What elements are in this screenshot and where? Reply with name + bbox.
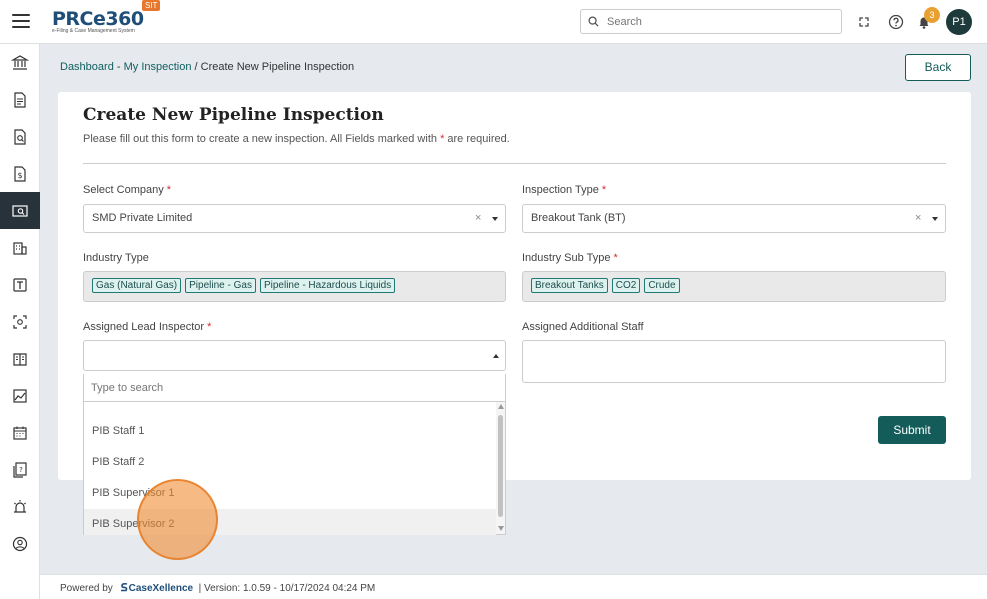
alarm-icon: [14, 499, 26, 513]
powered-by-text: Powered by: [60, 583, 113, 594]
search-icon: [588, 16, 599, 27]
dropdown-option[interactable]: PIB Supervisor 2: [84, 509, 496, 535]
industry-type-chip: Pipeline - Hazardous Liquids: [259, 278, 396, 293]
dropdown-option[interactable]: PIB Supervisor 1: [84, 478, 496, 509]
text-box-icon: [13, 277, 27, 292]
chevron-down-icon[interactable]: [932, 217, 938, 221]
breadcrumb-my-inspection[interactable]: My Inspection: [124, 61, 192, 73]
divider: [83, 163, 946, 164]
form-instructions: Please fill out this form to create a ne…: [83, 133, 510, 145]
industry-sub-type-label: Industry Sub Type *: [522, 252, 618, 264]
scrollbar-thumb[interactable]: [498, 415, 503, 517]
casexellence-logo-icon: [120, 582, 127, 592]
book-icon: [13, 352, 27, 366]
sidebar-item-scan[interactable]: [0, 303, 40, 340]
sidebar: $ ?: [0, 44, 40, 599]
breadcrumb-separator: -: [113, 61, 124, 73]
global-search[interactable]: [580, 9, 842, 34]
breadcrumb-current: Create New Pipeline Inspection: [200, 61, 355, 73]
dropdown-option[interactable]: PIB Staff 2: [84, 447, 496, 478]
industry-type-label: Industry Type: [83, 252, 149, 264]
sidebar-item-bank[interactable]: [0, 44, 40, 81]
document-icon: [14, 91, 26, 108]
dropdown-search[interactable]: [84, 374, 505, 402]
breadcrumb-separator: /: [191, 61, 201, 73]
env-badge: SIT: [142, 0, 161, 11]
breadcrumb: Dashboard - My Inspection / Create New P…: [60, 61, 354, 73]
chart-icon: [13, 388, 27, 403]
industry-sub-type-chip: Crude: [644, 278, 680, 293]
dropdown-scrollbar[interactable]: [496, 402, 505, 534]
company-select[interactable]: SMD Private Limited ×: [83, 204, 506, 233]
sidebar-item-faq[interactable]: ?: [0, 451, 40, 488]
sidebar-item-documents[interactable]: [0, 81, 40, 118]
monitor-search-icon: [12, 204, 28, 217]
avatar[interactable]: P1: [946, 9, 972, 35]
page-title: Create New Pipeline Inspection: [83, 105, 384, 125]
scroll-down-icon[interactable]: [498, 526, 504, 531]
help-icon[interactable]: [887, 13, 905, 31]
additional-staff-label: Assigned Additional Staff: [522, 321, 644, 333]
inspection-type-label: Inspection Type *: [522, 184, 607, 196]
company-label: Select Company *: [83, 184, 172, 196]
user-circle-icon: [12, 536, 28, 551]
industry-type-field: Gas (Natural Gas) Pipeline - Gas Pipelin…: [83, 271, 506, 302]
clear-icon[interactable]: ×: [915, 212, 921, 224]
notification-badge: 3: [924, 7, 940, 23]
lead-inspector-dropdown: PIB Staff 1 PIB Staff 2 PIB Supervisor 1…: [83, 374, 506, 535]
sidebar-item-billing[interactable]: $: [0, 155, 40, 192]
sidebar-item-reports[interactable]: [0, 377, 40, 414]
document-search-icon: [14, 128, 26, 145]
building-icon: [13, 241, 27, 255]
svg-text:$: $: [17, 171, 22, 180]
dropdown-search-input[interactable]: [91, 380, 491, 396]
search-input[interactable]: [607, 13, 835, 30]
breadcrumb-dashboard[interactable]: Dashboard: [60, 61, 114, 73]
sidebar-item-alerts[interactable]: [0, 488, 40, 525]
instructions-text: are required.: [444, 133, 510, 145]
lead-inspector-select[interactable]: [83, 340, 506, 371]
scroll-up-icon[interactable]: [498, 404, 504, 409]
lead-inspector-label: Assigned Lead Inspector *: [83, 321, 212, 333]
sidebar-item-calendar[interactable]: [0, 414, 40, 451]
app-logo[interactable]: PRCe360 e-Filing & Case Management Syste…: [52, 8, 144, 34]
industry-sub-type-chip: Breakout Tanks: [531, 278, 608, 293]
chevron-up-icon[interactable]: [493, 354, 499, 358]
top-bar: PRCe360 e-Filing & Case Management Syste…: [0, 0, 987, 44]
inspection-type-value: Breakout Tank (BT): [531, 212, 626, 224]
footer: Powered by CaseXellence | Version: 1.0.5…: [40, 574, 987, 599]
sidebar-item-inspection[interactable]: [0, 192, 40, 229]
inspection-type-select[interactable]: Breakout Tank (BT) ×: [522, 204, 946, 233]
sidebar-item-profile[interactable]: [0, 525, 40, 562]
logo-subtitle: e-Filing & Case Management System: [52, 28, 135, 34]
sidebar-item-document-search[interactable]: [0, 118, 40, 155]
chevron-down-icon[interactable]: [492, 217, 498, 221]
dropdown-option[interactable]: PIB Staff 1: [84, 416, 496, 447]
back-button[interactable]: Back: [905, 54, 971, 81]
sidebar-item-facilities[interactable]: [0, 229, 40, 266]
industry-type-chip: Gas (Natural Gas): [92, 278, 182, 293]
company-value: SMD Private Limited: [92, 212, 193, 224]
bank-icon: [11, 54, 29, 70]
instructions-text: Please fill out this form to create a ne…: [83, 133, 441, 145]
sidebar-item-library[interactable]: [0, 340, 40, 377]
industry-sub-type-chip: CO2: [611, 278, 641, 293]
additional-staff-select[interactable]: [522, 340, 946, 383]
svg-text:?: ?: [19, 466, 23, 474]
calendar-icon: [13, 426, 27, 440]
sidebar-item-templates[interactable]: [0, 266, 40, 303]
clear-icon[interactable]: ×: [475, 212, 481, 224]
menu-icon[interactable]: [12, 14, 30, 28]
submit-button[interactable]: Submit: [878, 416, 946, 444]
dollar-document-icon: $: [14, 165, 26, 182]
fullscreen-icon[interactable]: [855, 13, 873, 31]
logo-text: PRCe360: [52, 8, 144, 30]
industry-sub-type-field: Breakout Tanks CO2 Crude: [522, 271, 946, 302]
industry-type-chip: Pipeline - Gas: [185, 278, 256, 293]
help-document-icon: ?: [13, 461, 27, 478]
version-text: | Version: 1.0.59 - 10/17/2024 04:24 PM: [198, 583, 376, 594]
scan-icon: [13, 314, 27, 329]
brand-name[interactable]: CaseXellence: [129, 583, 194, 594]
